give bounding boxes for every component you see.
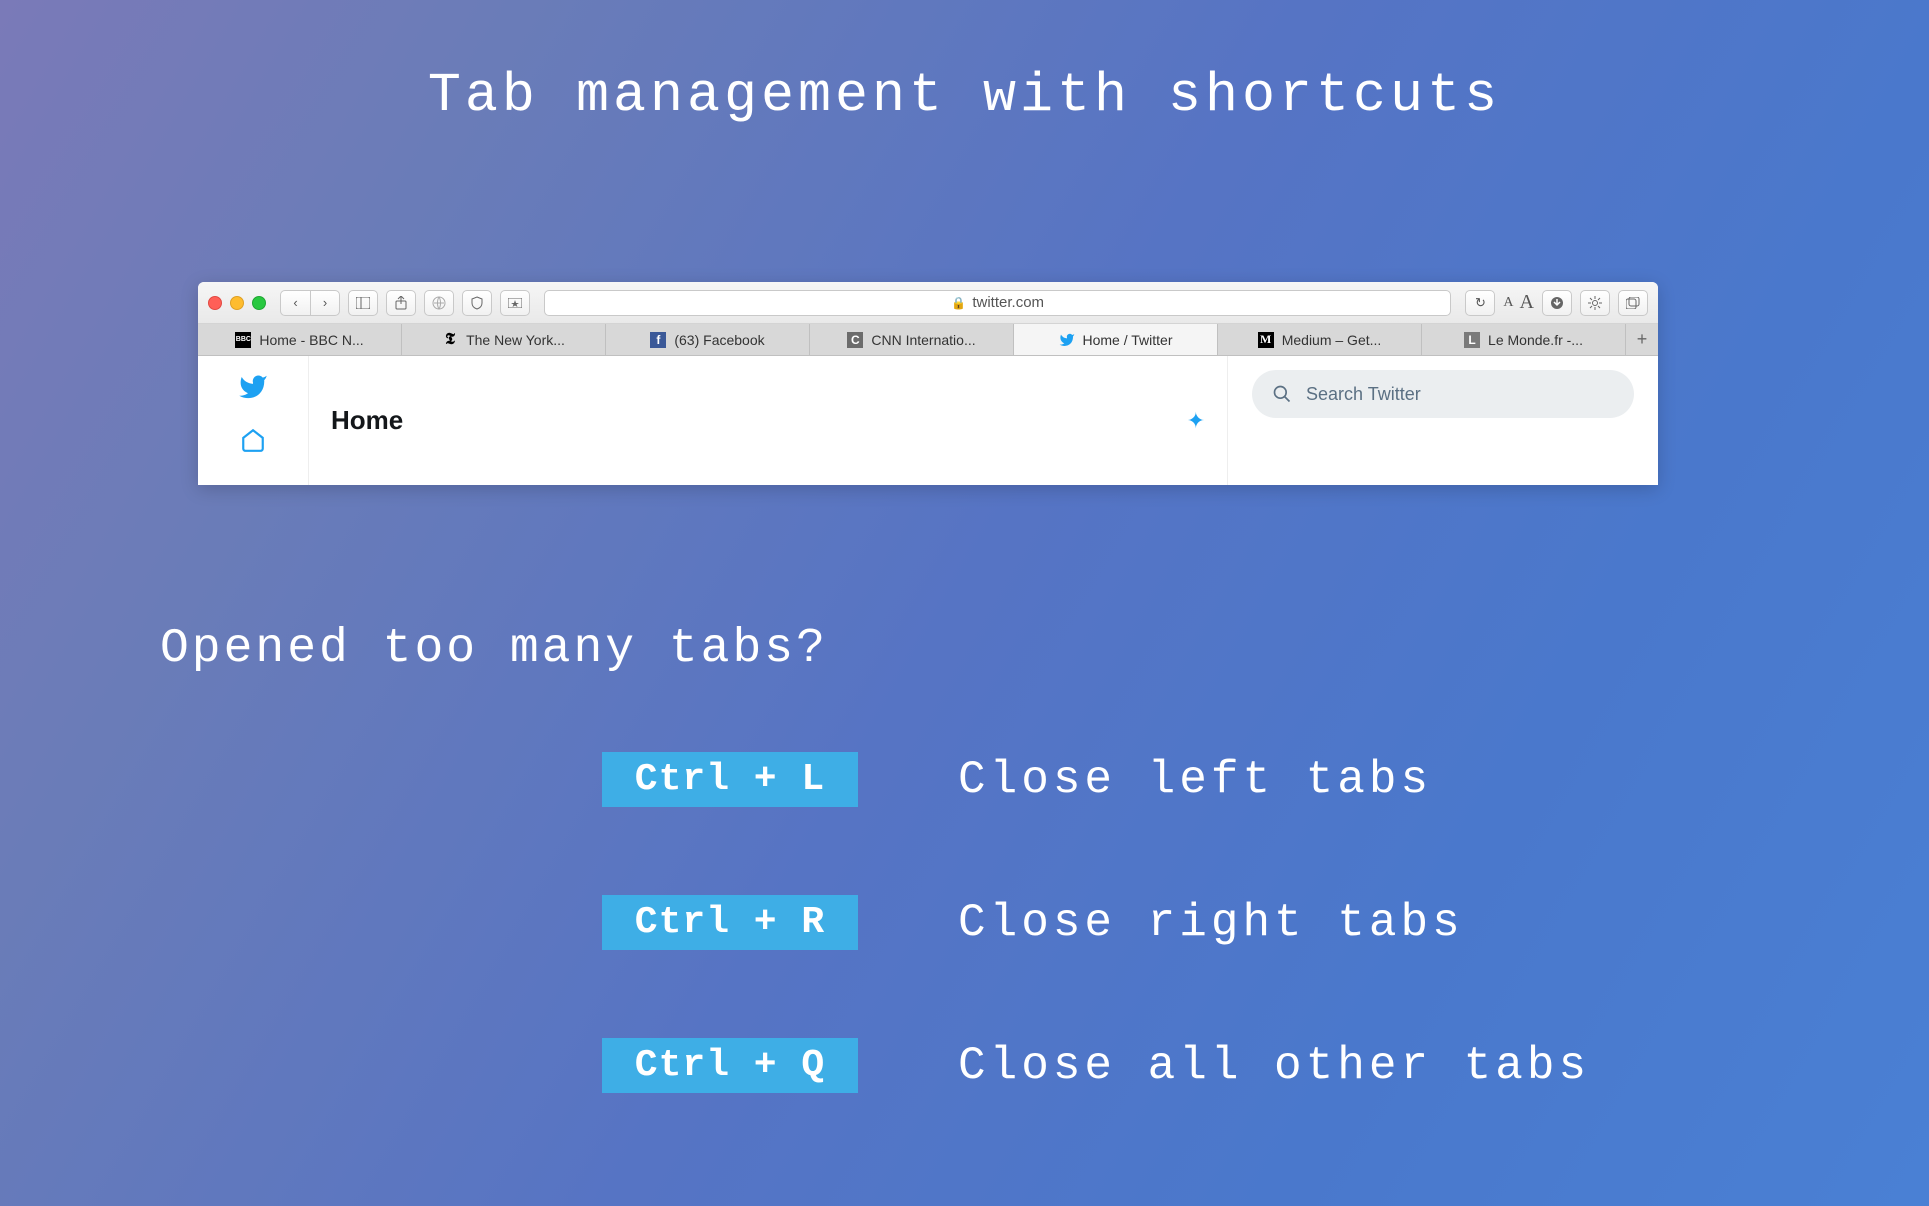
shortcut-row: Ctrl + Q Close all other tabs — [602, 1038, 1590, 1093]
forward-button[interactable]: › — [310, 290, 340, 316]
address-url: twitter.com — [972, 294, 1044, 311]
lock-icon: 🔒 — [951, 296, 966, 310]
show-all-tabs-button[interactable] — [1618, 290, 1648, 316]
close-window-button[interactable] — [208, 296, 222, 310]
back-button[interactable]: ‹ — [280, 290, 310, 316]
shortcut-row: Ctrl + L Close left tabs — [602, 752, 1590, 807]
home-icon[interactable] — [240, 427, 266, 460]
page-heading: Home — [331, 405, 403, 436]
tab-medium[interactable]: M Medium – Get... — [1218, 324, 1422, 355]
tab-label: Home / Twitter — [1083, 332, 1173, 348]
tab-label: Home - BBC N... — [259, 332, 363, 348]
cnn-favicon: C — [847, 332, 863, 348]
website-settings-button[interactable] — [424, 290, 454, 316]
downloads-button[interactable] — [1542, 290, 1572, 316]
tab-label: (63) Facebook — [674, 332, 764, 348]
twitter-sidebar — [198, 356, 308, 485]
shortcut-key: Ctrl + R — [602, 895, 858, 950]
shortcut-key: Ctrl + L — [602, 752, 858, 807]
twitter-logo-icon[interactable] — [238, 372, 268, 407]
reader-text-size[interactable]: A A — [1503, 291, 1534, 314]
shortcut-desc: Close left tabs — [958, 754, 1432, 806]
window-controls — [208, 296, 266, 310]
tab-bbc[interactable]: BBC Home - BBC N... — [198, 324, 402, 355]
address-bar[interactable]: 🔒 twitter.com — [544, 290, 1451, 316]
tab-lemonde[interactable]: L Le Monde.fr -... — [1422, 324, 1626, 355]
text-larger-icon: A — [1520, 291, 1534, 314]
slide-subtitle: Opened too many tabs? — [160, 622, 828, 676]
shortcut-desc: Close all other tabs — [958, 1040, 1590, 1092]
nyt-favicon: 𝕿 — [442, 332, 458, 348]
tab-label: Le Monde.fr -... — [1488, 332, 1583, 348]
shortcut-desc: Close right tabs — [958, 897, 1464, 949]
browser-toolbar: ‹ › 🔒 twitter.com ↻ A A — [198, 282, 1658, 324]
search-icon — [1272, 384, 1292, 404]
search-input[interactable]: Search Twitter — [1252, 370, 1634, 418]
tab-cnn[interactable]: C CNN Internatio... — [810, 324, 1014, 355]
page-content: Home ✦ Search Twitter — [198, 356, 1658, 485]
text-smaller-icon: A — [1503, 295, 1513, 311]
shortcut-key: Ctrl + Q — [602, 1038, 858, 1093]
shortcuts-list: Ctrl + L Close left tabs Ctrl + R Close … — [602, 752, 1590, 1093]
search-placeholder: Search Twitter — [1306, 384, 1421, 405]
minimize-window-button[interactable] — [230, 296, 244, 310]
bbc-favicon: BBC — [235, 332, 251, 348]
twitter-main: Home ✦ — [308, 356, 1228, 485]
settings-button[interactable] — [1580, 290, 1610, 316]
browser-window: ‹ › 🔒 twitter.com ↻ A A — [198, 282, 1658, 485]
shortcut-row: Ctrl + R Close right tabs — [602, 895, 1590, 950]
nav-buttons: ‹ › — [280, 290, 340, 316]
slide-title: Tab management with shortcuts — [0, 64, 1929, 127]
tab-label: CNN Internatio... — [871, 332, 975, 348]
sidebar-button[interactable] — [348, 290, 378, 316]
tab-twitter[interactable]: Home / Twitter — [1014, 324, 1218, 355]
tab-label: Medium – Get... — [1282, 332, 1382, 348]
bookmarks-button[interactable] — [500, 290, 530, 316]
facebook-favicon: f — [650, 332, 666, 348]
maximize-window-button[interactable] — [252, 296, 266, 310]
share-button[interactable] — [386, 290, 416, 316]
privacy-report-button[interactable] — [462, 290, 492, 316]
medium-favicon: M — [1258, 332, 1274, 348]
tab-nyt[interactable]: 𝕿 The New York... — [402, 324, 606, 355]
new-tab-button[interactable]: + — [1626, 324, 1658, 355]
lemonde-favicon: L — [1464, 332, 1480, 348]
twitter-rightcol: Search Twitter — [1228, 356, 1658, 485]
twitter-favicon — [1059, 332, 1075, 348]
reload-button[interactable]: ↻ — [1465, 290, 1495, 316]
tab-bar: BBC Home - BBC N... 𝕿 The New York... f … — [198, 324, 1658, 356]
tab-label: The New York... — [466, 332, 565, 348]
sparkle-icon[interactable]: ✦ — [1187, 408, 1205, 434]
tab-facebook[interactable]: f (63) Facebook — [606, 324, 810, 355]
